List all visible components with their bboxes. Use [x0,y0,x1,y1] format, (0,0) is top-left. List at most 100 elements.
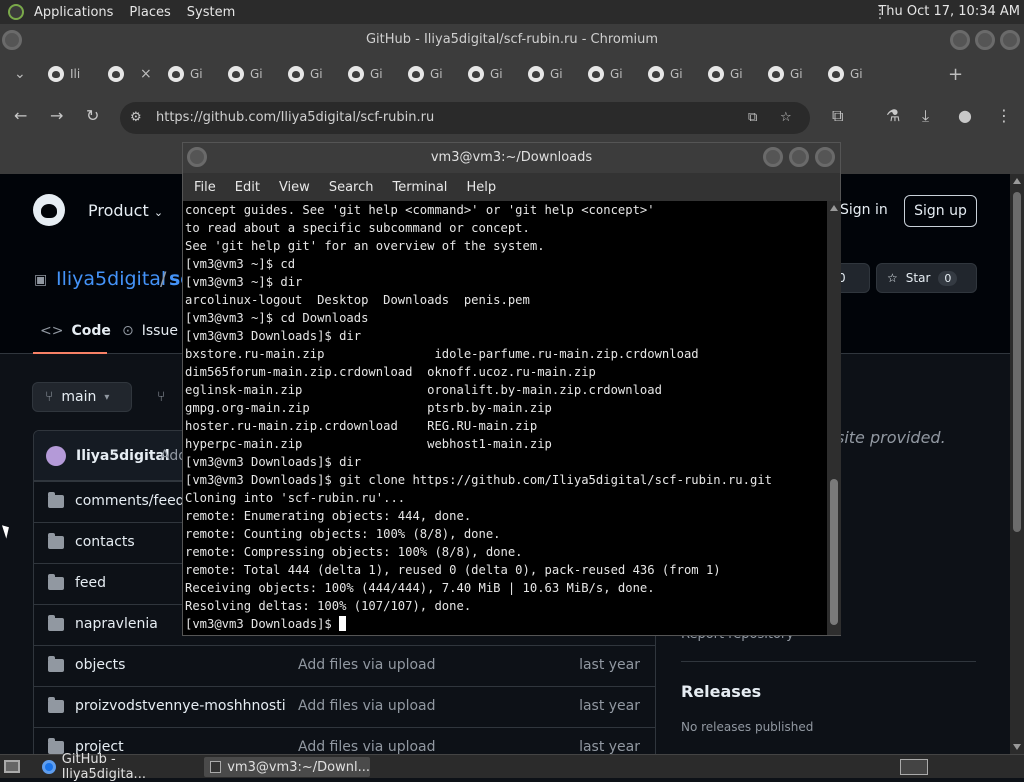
terminal-menu-edit[interactable]: Edit [235,180,260,195]
minimize-button[interactable] [950,30,970,50]
terminal-output[interactable]: concept guides. See 'git help <command>'… [185,201,827,635]
file-commit-message[interactable]: Add files via upload [298,739,436,755]
github-tab-icon [108,66,124,82]
menu-system[interactable]: System [187,5,235,20]
tab-search-icon[interactable]: ⌄ [14,64,26,84]
terminal-scroll-up-icon[interactable] [830,205,838,211]
github-logo-icon[interactable] [33,194,65,226]
clock[interactable]: Thu Oct 17, 10:34 AM [878,4,1020,19]
browser-tab[interactable]: Gi [708,64,743,84]
terminal-menu-file[interactable]: File [194,180,216,195]
avatar[interactable] [46,446,66,466]
issue-icon: ⊙ [122,323,134,339]
browser-tab[interactable]: Gi [768,64,803,84]
terminal-prompt-line[interactable]: [vm3@vm3 Downloads]$ [185,615,827,633]
extensions-icon[interactable]: ⧉ [832,106,843,126]
terminal-menu-view[interactable]: View [279,180,310,195]
terminal-scroll-thumb[interactable] [830,479,838,625]
browser-tab[interactable]: Gi [648,64,683,84]
scroll-thumb[interactable] [1013,192,1021,532]
menu-applications[interactable]: Applications [34,5,113,20]
terminal-minimize-button[interactable] [763,147,783,167]
file-name[interactable]: napravlenia [75,616,158,632]
browser-tab[interactable]: Gi [348,64,383,84]
tab-label: Gi [430,67,443,81]
menu-places[interactable]: Places [129,5,170,20]
terminal-maximize-button[interactable] [789,147,809,167]
applications-icon[interactable] [8,4,24,20]
browser-tab[interactable]: Gi [588,64,623,84]
browser-tab[interactable]: Ili [48,64,80,84]
file-commit-message[interactable]: Add files via upload [298,657,436,673]
file-row[interactable]: proizvodstvennye-moshhnosti Add files via… [34,686,655,727]
terminal-window[interactable]: vm3@vm3:~/Downloads File Edit View Searc… [182,142,841,636]
bookmark-star-icon[interactable]: ☆ [780,102,792,134]
branch-selector[interactable]: ⑂ main ▾ [32,382,132,412]
file-name[interactable]: comments/feed [75,493,185,509]
file-name[interactable]: feed [75,575,106,591]
repo-owner-link[interactable]: Iliya5digital [56,268,166,290]
file-name[interactable]: proizvodstvennye-moshhnosti [75,698,286,714]
branches-icon[interactable]: ⑂ [157,389,165,405]
download-icon[interactable]: ⤓ [922,106,929,126]
taskbar-item-chromium[interactable]: GitHub - Iliya5digita... [36,752,200,782]
show-desktop-icon[interactable] [4,760,20,773]
star-button[interactable]: ☆ Star 0 [876,263,977,293]
terminal-line: [vm3@vm3 ~]$ cd [185,257,296,271]
maximize-button[interactable] [975,30,995,50]
product-menu[interactable]: Product ⌄ [88,201,163,220]
releases-heading[interactable]: Releases [681,682,761,701]
sign-in-link[interactable]: Sign in [840,202,888,218]
folder-icon [48,697,64,713]
github-tab-icon [348,66,364,82]
terminal-line: [vm3@vm3 ~]$ dir [185,275,303,289]
browser-tab[interactable]: Gi [408,64,443,84]
file-commit-message[interactable]: Add files via upload [298,698,436,714]
tab-close-icon[interactable]: × [140,66,152,82]
star-icon: ☆ [887,271,898,285]
scroll-down-icon[interactable] [1013,744,1021,750]
taskbar-item-terminal[interactable]: vm3@vm3:~/Downl... [204,757,370,777]
file-name[interactable]: objects [75,657,125,673]
reload-icon[interactable]: ↻ [86,106,99,125]
file-row[interactable]: objects Add files via upload last year [34,645,655,686]
address-bar[interactable]: ⚙ https://github.com/Iliya5digital/scf-r… [120,102,810,134]
tab-label: Gi [790,67,803,81]
browser-tab[interactable]: Gi× [108,64,152,84]
browser-tab[interactable]: Gi [468,64,503,84]
browser-tab[interactable]: Gi [528,64,563,84]
sign-up-button[interactable]: Sign up [904,195,977,227]
tab-code[interactable]: <> Code [40,323,111,339]
terminal-scrollbar[interactable] [827,201,841,635]
page-scrollbar[interactable] [1010,174,1024,754]
tab-issues[interactable]: ⊙ Issue [122,323,178,339]
terminal-menu-terminal[interactable]: Terminal [392,180,447,195]
forward-icon[interactable]: → [50,106,63,125]
profile-icon[interactable]: ● [958,106,972,125]
browser-tab[interactable]: Gi [288,64,323,84]
terminal-menu-help[interactable]: Help [466,180,496,195]
browser-tab[interactable]: Gi [228,64,263,84]
new-tab-button[interactable]: + [948,64,963,85]
install-app-icon[interactable]: ⧉ [748,102,757,134]
close-button[interactable] [1000,30,1020,50]
terminal-close-button[interactable] [815,147,835,167]
terminal-window-menu-button[interactable] [187,147,207,167]
mouse-pointer-icon [1,523,13,539]
scroll-up-icon[interactable] [1013,178,1021,184]
site-info-icon[interactable]: ⚙ [130,102,142,134]
commit-author[interactable]: Iliya5digital [76,448,170,464]
workspace-switcher[interactable] [900,759,928,775]
back-icon[interactable]: ← [14,106,27,125]
file-name[interactable]: contacts [75,534,135,550]
menu-kebab-icon[interactable]: ⋮ [996,106,1012,125]
tab-label: Gi [670,67,683,81]
terminal-line: eglinsk-main.zip oronalift.by-main.zip.c… [185,383,662,397]
labs-flask-icon[interactable]: ⚗ [886,106,900,125]
browser-tab[interactable]: Gi [168,64,203,84]
terminal-menu-search[interactable]: Search [329,180,374,195]
window-menu-button[interactable] [2,30,22,50]
browser-tab[interactable]: Gi [828,64,863,84]
terminal-title-bar[interactable]: vm3@vm3:~/Downloads [183,143,840,173]
terminal-line: to read about a specific subcommand or c… [185,221,530,235]
